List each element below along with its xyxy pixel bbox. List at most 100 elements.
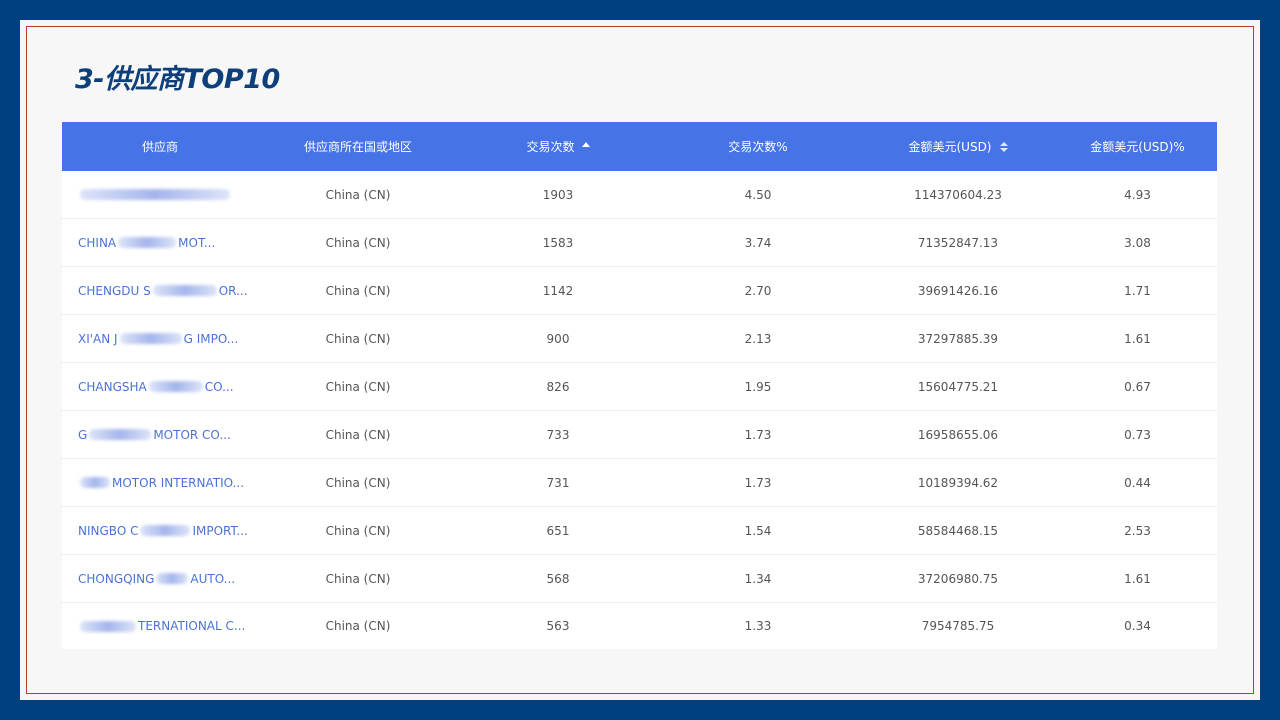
transactions-cell: 563 (546, 619, 570, 633)
redacted-text (148, 381, 203, 392)
transactions-cell: 568 (546, 571, 570, 586)
transactions-cell: 900 (546, 331, 570, 346)
transactions-pct-cell: 1.33 (744, 619, 772, 633)
sort-ascending-icon[interactable] (581, 142, 590, 147)
redacted-text (119, 333, 182, 344)
transactions-pct-cell: 1.73 (744, 427, 772, 442)
amount-pct-cell: 1.61 (1124, 331, 1151, 346)
transactions-cell: 733 (546, 427, 570, 442)
table-row: CHINA MOT... China (CN) 1583 3.74 71352847.13… (62, 219, 1217, 267)
supplier-name-end: OR... (218, 283, 248, 298)
supplier-name-start: CHINA (78, 235, 117, 250)
supplier-link[interactable]: CHONGQING AUTO... (62, 555, 258, 602)
transactions-pct-cell: 1.95 (744, 379, 772, 394)
header-transactions-sort[interactable]: 交易次数 (458, 138, 658, 155)
country-cell: China (CN) (325, 331, 391, 346)
redacted-text (80, 477, 110, 488)
country-cell: China (CN) (325, 427, 391, 442)
country-cell: China (CN) (325, 571, 391, 586)
table-row: CHANGSHA CO... China (CN) 826 1.95 15604775.2… (62, 363, 1217, 411)
amount-pct-cell: 0.34 (1124, 619, 1151, 633)
transactions-pct-cell: 1.34 (744, 571, 772, 586)
redacted-text (118, 237, 177, 248)
country-cell: China (CN) (325, 283, 391, 298)
header-label: 供应商 (141, 140, 178, 154)
supplier-name-end: IMPORT... (192, 523, 248, 538)
amount-pct-cell: 3.08 (1124, 235, 1151, 250)
supplier-name-end: MOTOR INTERNATIO... (112, 475, 245, 490)
amount-cell: 37297885.39 (917, 331, 999, 346)
supplier-link[interactable]: XI'AN J G IMPO... (62, 315, 258, 362)
supplier-name-start: G (78, 427, 88, 442)
amount-pct-cell: 4.93 (1124, 187, 1151, 202)
header-transactions-pct: 交易次数% (658, 138, 858, 155)
amount-cell: 7954785.75 (921, 619, 995, 633)
transactions-cell: 1142 (542, 283, 574, 298)
amount-pct-cell: 2.53 (1124, 523, 1151, 538)
supplier-link[interactable]: NINGBO C IMPORT... (62, 507, 258, 554)
country-cell: China (CN) (325, 379, 391, 394)
amount-cell: 39691426.16 (917, 283, 999, 298)
amount-pct-cell: 1.61 (1124, 571, 1151, 586)
table-row: China (CN) 1903 4.50 114370604.23 4.93 (62, 171, 1217, 219)
supplier-name-end: TERNATIONAL C... (138, 619, 246, 633)
amount-cell: 10189394.62 (917, 475, 999, 490)
report-panel: 3-供应商TOP10 供应商 供应商所在国或地区 交易次数 交易次数% 金额美元… (20, 20, 1260, 700)
supplier-name-start: NINGBO C (78, 523, 139, 538)
supplier-name-end: AUTO... (190, 571, 236, 586)
table-row: TERNATIONAL C... China (CN) 563 1.33 7954785… (62, 603, 1217, 649)
redacted-text (152, 285, 217, 296)
amount-cell: 16958655.06 (917, 427, 999, 442)
supplier-link[interactable]: TERNATIONAL C... (62, 603, 258, 649)
transactions-pct-cell: 1.73 (744, 475, 772, 490)
header-country: 供应商所在国或地区 (258, 138, 458, 155)
supplier-link[interactable] (62, 171, 258, 218)
supplier-name-start: XI'AN J (78, 331, 118, 346)
table-body: China (CN) 1903 4.50 114370604.23 4.93 CHINA M… (62, 171, 1217, 649)
amount-cell: 15604775.21 (917, 379, 999, 394)
table-row: CHONGQING AUTO... China (CN) 568 1.34 3720698… (62, 555, 1217, 603)
sort-toggle-icon[interactable] (999, 141, 1008, 152)
amount-cell: 37206980.75 (917, 571, 999, 586)
transactions-cell: 1903 (542, 187, 574, 202)
redacted-text (89, 429, 152, 440)
supplier-name-start: CHONGQING (78, 571, 155, 586)
redacted-text (140, 525, 191, 536)
header-amount-pct: 金额美元(USD)% (1058, 138, 1217, 155)
header-label: 供应商所在国或地区 (303, 140, 412, 154)
country-cell: China (CN) (325, 475, 391, 490)
amount-cell: 58584468.15 (917, 523, 999, 538)
table-header: 供应商 供应商所在国或地区 交易次数 交易次数% 金额美元(USD) 金额美元(… (62, 122, 1217, 171)
supplier-name-end: G IMPO... (183, 331, 239, 346)
table-row: MOTOR INTERNATIO... China (CN) 731 1.73 1018… (62, 459, 1217, 507)
country-cell: China (CN) (325, 619, 391, 633)
country-cell: China (CN) (325, 187, 391, 202)
header-label: 金额美元(USD) (908, 140, 992, 154)
supplier-link[interactable]: CHENGDU S OR... (62, 267, 258, 314)
amount-pct-cell: 0.73 (1124, 427, 1151, 442)
supplier-link[interactable]: MOTOR INTERNATIO... (62, 459, 258, 506)
transactions-pct-cell: 3.74 (744, 235, 772, 250)
header-supplier: 供应商 (62, 138, 258, 155)
header-label: 交易次数 (526, 140, 575, 154)
redacted-text (80, 189, 230, 200)
amount-cell: 71352847.13 (917, 235, 999, 250)
supplier-table: 供应商 供应商所在国或地区 交易次数 交易次数% 金额美元(USD) 金额美元(… (62, 122, 1217, 649)
header-label: 金额美元(USD)% (1090, 140, 1185, 154)
redacted-text (80, 620, 136, 632)
header-amount-sort[interactable]: 金额美元(USD) (858, 138, 1058, 155)
transactions-cell: 826 (546, 379, 570, 394)
table-row: NINGBO C IMPORT... China (CN) 651 1.54 585844… (62, 507, 1217, 555)
supplier-link[interactable]: G MOTOR CO... (62, 411, 258, 458)
country-cell: China (CN) (325, 235, 391, 250)
supplier-name-start: CHENGDU S (78, 283, 151, 298)
amount-pct-cell: 1.71 (1124, 283, 1151, 298)
transactions-pct-cell: 1.54 (744, 523, 772, 538)
amount-cell: 114370604.23 (914, 187, 1002, 202)
supplier-link[interactable]: CHINA MOT... (62, 219, 258, 266)
header-label: 交易次数% (728, 140, 788, 154)
transactions-pct-cell: 2.70 (744, 283, 772, 298)
table-row: XI'AN J G IMPO... China (CN) 900 2.13 3729788… (62, 315, 1217, 363)
table-row: CHENGDU S OR... China (CN) 1142 2.70 39691426… (62, 267, 1217, 315)
supplier-link[interactable]: CHANGSHA CO... (62, 363, 258, 410)
